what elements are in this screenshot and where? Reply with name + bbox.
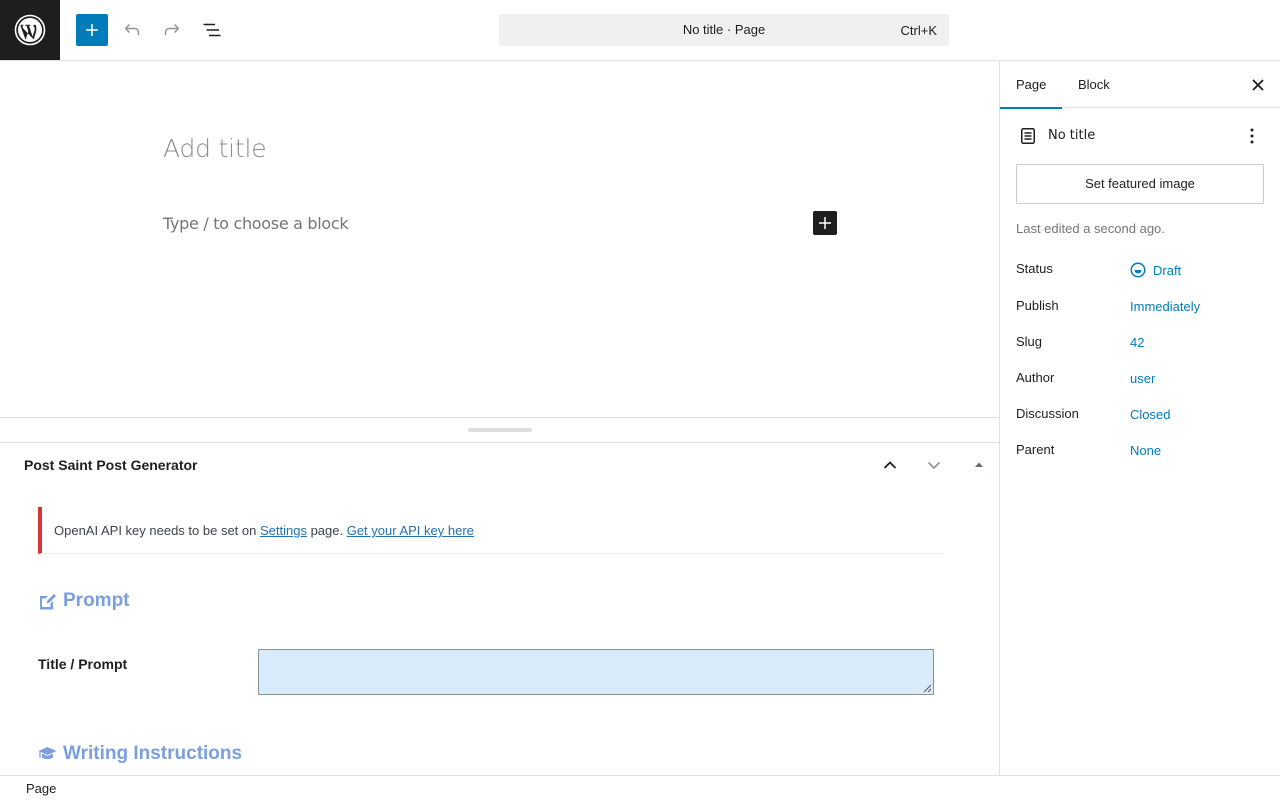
wordpress-logo-icon[interactable] bbox=[0, 0, 60, 60]
more-vertical-icon bbox=[1250, 128, 1254, 144]
status-label: Status bbox=[1016, 261, 1053, 276]
notice-text: OpenAI API key needs to be set on bbox=[54, 523, 260, 538]
redo-icon bbox=[164, 23, 180, 35]
publish-label: Publish bbox=[1016, 298, 1059, 313]
plus-icon bbox=[819, 217, 831, 229]
slug-row: Slug 42 bbox=[1016, 334, 1264, 354]
document-overview-icon bbox=[203, 23, 221, 37]
tab-page[interactable]: Page bbox=[1000, 61, 1062, 109]
edit-icon bbox=[40, 593, 56, 609]
metabox-title: Post Saint Post Generator bbox=[24, 457, 198, 473]
settings-sidebar: Page Block No title Set featured image L… bbox=[999, 61, 1280, 775]
title-prompt-input[interactable] bbox=[258, 649, 934, 695]
discussion-label: Discussion bbox=[1016, 406, 1079, 421]
writing-instructions-heading: Writing Instructions bbox=[38, 743, 242, 765]
author-row: Author user bbox=[1016, 370, 1264, 390]
inline-inserter-button[interactable] bbox=[813, 211, 837, 235]
publish-row: Publish Immediately bbox=[1016, 298, 1264, 318]
prompt-heading: Prompt bbox=[38, 590, 130, 612]
editor-footer: Page bbox=[0, 775, 1280, 800]
status-row: Status Draft bbox=[1016, 261, 1264, 281]
undo-icon bbox=[124, 23, 140, 35]
parent-row: Parent None bbox=[1016, 442, 1264, 462]
move-down-button[interactable] bbox=[922, 453, 946, 477]
status-value-button[interactable]: Draft bbox=[1130, 262, 1181, 278]
last-edited-text: Last edited a second ago. bbox=[1016, 221, 1165, 236]
get-api-key-link[interactable]: Get your API key here bbox=[347, 523, 474, 538]
block-inserter-button[interactable] bbox=[76, 14, 108, 46]
author-label: Author bbox=[1016, 370, 1055, 385]
metabox-resize-area bbox=[0, 417, 999, 443]
slug-label: Slug bbox=[1016, 334, 1043, 349]
editor-canvas: Add title Type / to choose a block bbox=[0, 61, 999, 417]
parent-label: Parent bbox=[1016, 442, 1055, 457]
close-icon bbox=[1252, 79, 1264, 91]
close-sidebar-button[interactable] bbox=[1246, 73, 1270, 97]
metabox-resize-handle[interactable] bbox=[468, 428, 532, 432]
draft-status-icon bbox=[1130, 262, 1146, 278]
settings-link[interactable]: Settings bbox=[260, 523, 307, 538]
toggle-panel-button[interactable] bbox=[967, 453, 991, 477]
title-prompt-label: Title / Prompt bbox=[38, 656, 128, 672]
editor-header: No title · Page Ctrl+K bbox=[0, 0, 1280, 61]
discussion-value-button[interactable]: Closed bbox=[1130, 407, 1170, 422]
textarea-resize-grip[interactable] bbox=[923, 684, 932, 693]
page-icon bbox=[1021, 128, 1035, 144]
command-palette-bar[interactable]: No title · Page Ctrl+K bbox=[499, 14, 949, 46]
publish-value-button[interactable]: Immediately bbox=[1130, 299, 1200, 314]
post-generator-metabox: Post Saint Post Generator OpenAI API key… bbox=[0, 443, 999, 775]
error-notice: OpenAI API key needs to be set on Settin… bbox=[38, 507, 944, 554]
document-title: No title · Page bbox=[682, 22, 766, 37]
more-options-button[interactable] bbox=[1240, 124, 1264, 148]
set-featured-image-button[interactable]: Set featured image bbox=[1016, 164, 1264, 204]
parent-value-button[interactable]: None bbox=[1130, 443, 1161, 458]
plus-icon bbox=[86, 24, 98, 36]
move-up-button[interactable] bbox=[878, 453, 902, 477]
post-title-input[interactable]: Add title bbox=[163, 134, 267, 163]
block-appender[interactable]: Type / to choose a block bbox=[163, 214, 349, 233]
breadcrumb[interactable]: Page bbox=[26, 781, 56, 796]
tab-block[interactable]: Block bbox=[1062, 61, 1126, 108]
document-overview-button[interactable] bbox=[196, 14, 228, 46]
undo-button[interactable] bbox=[116, 14, 148, 46]
redo-button[interactable] bbox=[156, 14, 188, 46]
keyboard-shortcut: Ctrl+K bbox=[900, 23, 937, 38]
notice-text-middle: page. bbox=[306, 523, 347, 538]
sidebar-tabs: Page Block bbox=[1000, 61, 1280, 109]
slug-value-button[interactable]: 42 bbox=[1130, 335, 1144, 350]
graduation-cap-icon bbox=[38, 747, 57, 759]
author-value-button[interactable]: user bbox=[1130, 371, 1155, 386]
triangle-up-icon bbox=[975, 462, 983, 467]
chevron-down-icon bbox=[927, 461, 941, 470]
discussion-row: Discussion Closed bbox=[1016, 406, 1264, 426]
document-card-title: No title bbox=[1048, 128, 1096, 143]
chevron-up-icon bbox=[883, 461, 897, 469]
